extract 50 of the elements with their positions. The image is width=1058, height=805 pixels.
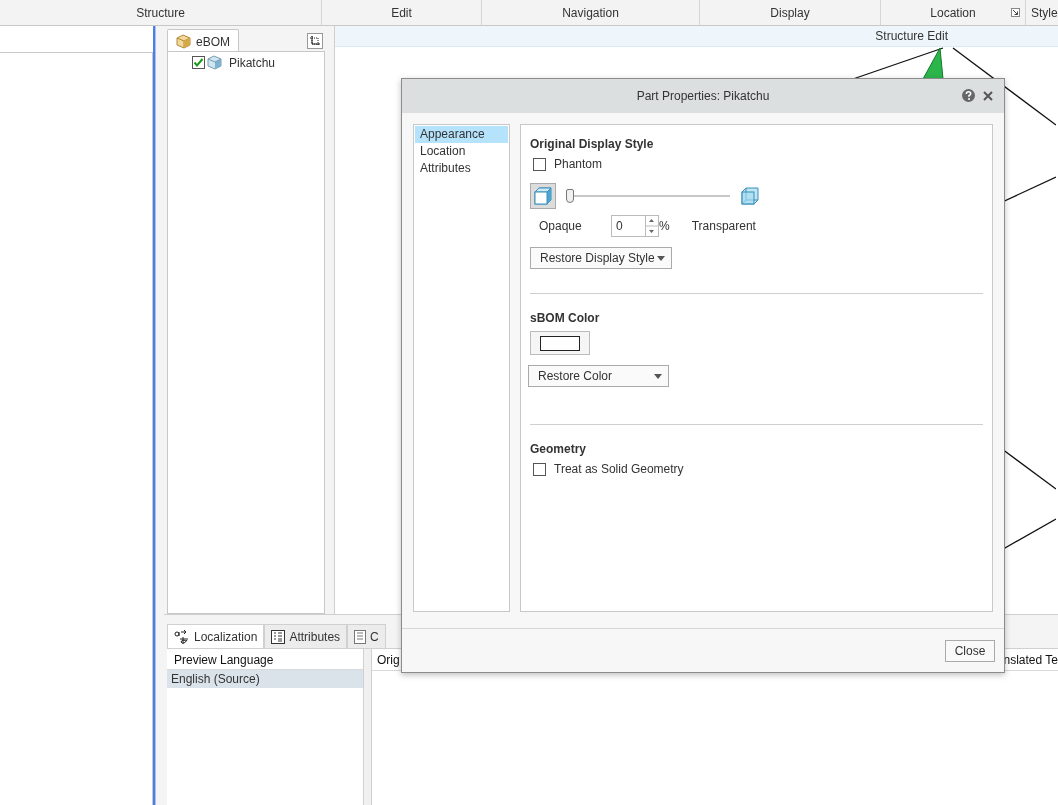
list-icon	[271, 629, 286, 644]
checkbox[interactable]	[192, 56, 205, 69]
category-item[interactable]: Appearance	[415, 126, 508, 143]
category-item[interactable]: Attributes	[415, 160, 508, 177]
translate-icon	[174, 628, 190, 645]
section-heading: Original Display Style	[530, 137, 655, 151]
slider-max-label: Transparent	[691, 219, 756, 233]
ribbon-group-label: Edit	[391, 5, 412, 20]
phantom-checkbox[interactable]: Phantom	[530, 157, 603, 171]
help-icon[interactable]	[962, 89, 975, 102]
category-item[interactable]: Location	[415, 143, 508, 160]
close-button[interactable]: Close	[945, 639, 995, 662]
cube-icon	[176, 34, 191, 49]
spinner-arrows-icon[interactable]	[645, 215, 658, 237]
ribbon-group-label: Navigation	[562, 5, 619, 20]
dialog-launcher-icon[interactable]	[1011, 8, 1020, 17]
dialog-title: Part Properties: Pikatchu	[636, 89, 770, 103]
ribbon-group-label: Location	[930, 5, 976, 20]
document-icon	[354, 629, 367, 644]
panel-tab[interactable]: C	[347, 624, 386, 648]
crop-icon[interactable]	[307, 33, 323, 49]
cube-icon	[207, 55, 222, 70]
tree-item[interactable]: Pikatchu	[168, 52, 324, 70]
transparent-cube-icon	[740, 186, 760, 206]
ribbon-group-label: Structure	[136, 5, 185, 20]
caret-icon	[654, 373, 662, 379]
column-header: Orig	[377, 653, 400, 667]
opaque-button[interactable]	[530, 183, 556, 209]
slider-thumb[interactable]	[566, 189, 574, 203]
percent-spinner[interactable]: 0	[611, 215, 659, 237]
restore-color-dropdown[interactable]: Restore Color	[528, 365, 669, 387]
panel-tab[interactable]: Localization	[167, 624, 265, 648]
color-swatch-button[interactable]	[530, 331, 590, 355]
section-heading: sBOM Color	[530, 311, 601, 325]
solid-cube-icon	[533, 186, 553, 206]
cone-shape	[922, 47, 944, 80]
canvas-title: Structure Edit	[875, 29, 948, 43]
solid-geometry-checkbox[interactable]: Treat as Solid Geometry	[530, 462, 684, 476]
restore-display-style-dropdown[interactable]: Restore Display Style	[530, 247, 672, 269]
tree-tab[interactable]: eBOM	[167, 29, 239, 53]
slider-min-label: Opaque	[539, 219, 583, 233]
ribbon-group-label: Display	[770, 5, 810, 20]
scrollbar[interactable]	[363, 649, 372, 805]
close-icon[interactable]	[983, 91, 993, 101]
section-heading: Geometry	[530, 442, 588, 456]
ribbon-group-label: Style	[1031, 5, 1058, 20]
caret-icon	[657, 255, 665, 261]
language-item[interactable]: English (Source)	[167, 670, 363, 688]
panel-tab[interactable]: Attributes	[264, 624, 348, 648]
unit-label: %	[659, 219, 670, 233]
